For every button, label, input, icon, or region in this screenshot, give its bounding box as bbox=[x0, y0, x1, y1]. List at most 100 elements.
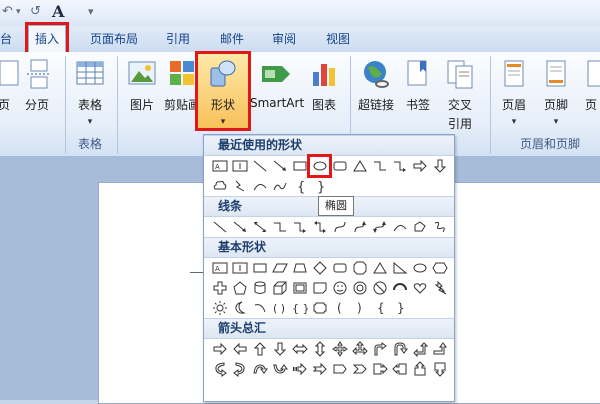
left-arrow-shape-icon[interactable] bbox=[230, 340, 249, 358]
line-shape-icon[interactable] bbox=[210, 218, 229, 236]
curve-shape-icon[interactable] bbox=[250, 177, 269, 195]
triangle-shape-icon[interactable] bbox=[350, 157, 369, 175]
parallelogram-shape-icon[interactable] bbox=[270, 259, 289, 277]
right-arrow-shape-icon[interactable] bbox=[410, 157, 429, 175]
folded-corner-shape-icon[interactable] bbox=[310, 279, 329, 297]
arrow-line-shape-icon[interactable] bbox=[270, 157, 289, 175]
heart-shape-icon[interactable] bbox=[410, 279, 429, 297]
pentagon-arrow-shape-icon[interactable] bbox=[330, 360, 349, 378]
triangle-shape-icon[interactable] bbox=[370, 259, 389, 277]
pentagon-shape-icon[interactable] bbox=[230, 279, 249, 297]
left-brace-shape-icon[interactable]: { bbox=[290, 177, 309, 195]
bookmark-button[interactable]: 书签 bbox=[400, 58, 436, 113]
trapezoid-shape-icon[interactable] bbox=[290, 259, 309, 277]
quad-arrow-shape-icon[interactable] bbox=[330, 340, 349, 358]
curved-connector-shape-icon[interactable] bbox=[330, 218, 349, 236]
cube-shape-icon[interactable] bbox=[270, 279, 289, 297]
up-down-arrow-shape-icon[interactable] bbox=[310, 340, 329, 358]
elbow-double-arrow-connector-shape-icon[interactable] bbox=[310, 218, 329, 236]
freeform-shape-icon[interactable] bbox=[410, 218, 429, 236]
curved-double-arrow-connector-shape-icon[interactable] bbox=[370, 218, 389, 236]
right-triangle-shape-icon[interactable] bbox=[390, 259, 409, 277]
elbow-arrow-connector-shape-icon[interactable] bbox=[290, 218, 309, 236]
page-button[interactable]: 页 bbox=[0, 58, 19, 113]
smartart-button[interactable]: SmartArt bbox=[250, 58, 304, 110]
curved-arrow-connector-shape-icon[interactable] bbox=[350, 218, 369, 236]
moon-shape-icon[interactable] bbox=[230, 299, 249, 317]
oval-shape-icon[interactable] bbox=[410, 259, 429, 277]
right-bracket-shape-icon[interactable]: ) bbox=[350, 299, 369, 317]
tab-page-layout[interactable]: 页面布局 bbox=[90, 26, 138, 52]
textbox-shape-icon[interactable]: A bbox=[210, 157, 229, 175]
lightning-shape-icon[interactable] bbox=[230, 177, 249, 195]
arc-shape-icon[interactable] bbox=[250, 299, 269, 317]
donut-shape-icon[interactable] bbox=[350, 279, 369, 297]
customize-qat-icon[interactable]: ▾ bbox=[88, 3, 94, 21]
undo-icon[interactable]: ↶ bbox=[2, 3, 13, 21]
curved-left-arrow-shape-icon[interactable] bbox=[230, 360, 249, 378]
elbow-connector-shape-icon[interactable] bbox=[270, 218, 289, 236]
right-arrow-shape-icon[interactable] bbox=[210, 340, 229, 358]
undo-dropdown-icon[interactable]: ▾ bbox=[16, 3, 21, 21]
picture-button[interactable]: 图片 bbox=[124, 58, 160, 113]
right-arrow-callout-shape-icon[interactable] bbox=[370, 360, 389, 378]
diamond-shape-icon[interactable] bbox=[310, 259, 329, 277]
left-right-arrow-shape-icon[interactable] bbox=[290, 340, 309, 358]
curved-down-arrow-shape-icon[interactable] bbox=[270, 360, 289, 378]
table-button[interactable]: 表格 ▾ bbox=[72, 58, 108, 127]
page-break-button[interactable]: 分页 bbox=[22, 58, 52, 113]
cross-reference-button[interactable]: 交叉 引用 bbox=[440, 58, 480, 132]
left-bracket-shape-icon[interactable]: ( bbox=[330, 299, 349, 317]
vertical-textbox-shape-icon[interactable] bbox=[230, 157, 249, 175]
footer-button[interactable]: 页脚 ▾ bbox=[538, 58, 574, 127]
elbow-arrow-connector-shape-icon[interactable] bbox=[390, 157, 409, 175]
arc-shape-icon[interactable] bbox=[270, 177, 289, 195]
chart-button[interactable]: 图表 bbox=[306, 58, 342, 113]
tab-review[interactable]: 审阅 bbox=[272, 26, 296, 52]
tab-insert[interactable]: 插入 bbox=[24, 22, 70, 55]
tab-view[interactable]: 视图 bbox=[326, 26, 350, 52]
double-bracket-shape-icon[interactable]: ( ) bbox=[270, 299, 289, 317]
rectangle-shape-icon[interactable] bbox=[250, 259, 269, 277]
double-arrow-line-shape-icon[interactable] bbox=[250, 218, 269, 236]
scribble-shape-icon[interactable] bbox=[430, 218, 449, 236]
bevel-shape-icon[interactable] bbox=[290, 279, 309, 297]
rounded-rectangle-shape-icon[interactable] bbox=[330, 157, 349, 175]
u-turn-arrow-shape-icon[interactable] bbox=[390, 340, 409, 358]
tab-start[interactable]: 台 bbox=[0, 26, 12, 52]
striped-right-arrow-shape-icon[interactable] bbox=[290, 360, 309, 378]
clipart-button[interactable]: 剪贴画 bbox=[164, 58, 200, 113]
notched-right-arrow-shape-icon[interactable] bbox=[310, 360, 329, 378]
can-shape-icon[interactable] bbox=[250, 279, 269, 297]
oval-shape-icon[interactable] bbox=[307, 154, 332, 178]
right-brace-shape-icon[interactable]: } bbox=[390, 299, 409, 317]
cross-shape-icon[interactable] bbox=[210, 279, 229, 297]
up-arrow-callout-shape-icon[interactable] bbox=[410, 360, 429, 378]
smiley-face-shape-icon[interactable] bbox=[330, 279, 349, 297]
shapes-button[interactable]: 形状 ▾ bbox=[195, 51, 251, 131]
lightning-bolt-shape-icon[interactable] bbox=[430, 279, 449, 297]
hyperlink-button[interactable]: 超链接 bbox=[356, 58, 396, 113]
double-brace-shape-icon[interactable]: { } bbox=[290, 299, 309, 317]
tab-mailings[interactable]: 邮件 bbox=[220, 26, 244, 52]
left-brace-shape-icon[interactable]: { bbox=[370, 299, 389, 317]
block-arc-shape-icon[interactable] bbox=[390, 279, 409, 297]
octagon-shape-icon[interactable] bbox=[350, 259, 369, 277]
line-shape-icon[interactable] bbox=[250, 157, 269, 175]
up-arrow-shape-icon[interactable] bbox=[250, 340, 269, 358]
vertical-textbox-shape-icon[interactable] bbox=[230, 259, 249, 277]
curved-up-arrow-shape-icon[interactable] bbox=[250, 360, 269, 378]
elbow-connector-shape-icon[interactable] bbox=[370, 157, 389, 175]
hexagon-shape-icon[interactable] bbox=[430, 259, 449, 277]
cloud-callout-shape-icon[interactable] bbox=[210, 177, 229, 195]
no-symbol-shape-icon[interactable] bbox=[370, 279, 389, 297]
left-arrow-callout-shape-icon[interactable] bbox=[390, 360, 409, 378]
font-a-icon[interactable]: A bbox=[52, 3, 64, 21]
textbox-shape-icon[interactable]: A bbox=[210, 259, 229, 277]
rounded-rectangle-shape-icon[interactable] bbox=[330, 259, 349, 277]
curve-shape-icon[interactable] bbox=[390, 218, 409, 236]
arrow-line-shape-icon[interactable] bbox=[230, 218, 249, 236]
tab-references[interactable]: 引用 bbox=[166, 26, 190, 52]
plaque-shape-icon[interactable] bbox=[310, 299, 329, 317]
page-number-button[interactable]: 页 bbox=[580, 58, 600, 113]
